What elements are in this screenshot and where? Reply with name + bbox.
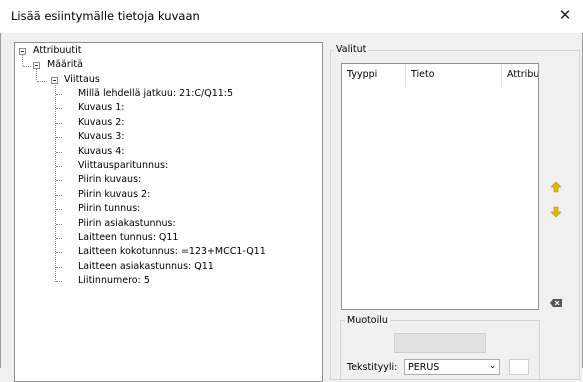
attribute-tree[interactable]: Attribuutit Määritä Viittaus Millä lehde… [14, 42, 323, 382]
move-down-button[interactable] [549, 206, 563, 220]
remove-button[interactable] [549, 297, 563, 311]
text-style-select[interactable]: PERUS ⌄ [404, 359, 500, 375]
format-preview-button[interactable] [394, 333, 486, 353]
arrow-down-icon [550, 206, 562, 218]
arrow-up-icon [550, 181, 562, 193]
close-icon: ✕ [558, 6, 572, 24]
title-bar: Lisää esiintymälle tietoja kuvaan ✕ [0, 0, 583, 33]
tree-item[interactable]: Piirin asiakastunnus: [78, 218, 176, 230]
tree-item[interactable]: Kuvaus 2: [78, 117, 124, 129]
tree-connector [23, 66, 31, 67]
column-header-info[interactable]: Tieto [406, 64, 502, 86]
close-button[interactable]: ✕ [553, 3, 577, 27]
tree-connector [56, 108, 62, 110]
tree-item[interactable]: Kuvaus 1: [78, 102, 124, 114]
tree-connector [56, 266, 62, 268]
delete-icon [550, 299, 562, 307]
tree-item[interactable]: Piirin tunnus: [78, 203, 140, 215]
text-style-options-button[interactable] [509, 359, 529, 375]
tree-connector [56, 223, 62, 225]
tree-item[interactable]: Piirin kuvaus 2: [78, 189, 150, 201]
collapse-toggle[interactable] [51, 77, 58, 84]
tree-item[interactable]: Millä lehdellä jatkuu: 21:C/Q11:5 [78, 88, 233, 100]
column-header-type[interactable]: Tyyppi [342, 64, 406, 86]
move-up-button[interactable] [549, 181, 563, 195]
tree-connector [56, 180, 62, 182]
tree-connector [56, 209, 62, 211]
tree-connector [56, 194, 62, 196]
tree-node-define[interactable]: Määritä [47, 59, 83, 71]
tree-connector [56, 94, 62, 95]
tree-item[interactable]: Laitteen asiakastunnus: Q11 [78, 261, 214, 273]
tree-connector [36, 68, 37, 80]
tree-node-attributes[interactable]: Attribuutit [33, 45, 82, 57]
collapse-toggle[interactable] [33, 62, 40, 69]
selected-list[interactable]: Tyyppi Tieto Attribuutti [341, 63, 539, 310]
format-group-label: Muotoilu [345, 315, 390, 326]
window-title: Lisää esiintymälle tietoja kuvaan [11, 9, 200, 23]
tree-connector [37, 81, 47, 82]
selected-group-label: Valitut [334, 44, 369, 55]
column-header-attribute[interactable]: Attribuutti [502, 64, 538, 86]
tree-connector [56, 166, 62, 167]
tree-item[interactable]: Piirin kuvaus: [78, 174, 141, 186]
tree-connector [22, 54, 23, 66]
tree-connector [56, 238, 62, 239]
tree-node-reference[interactable]: Viittaus [64, 74, 100, 86]
tree-connector [56, 252, 62, 254]
tree-item[interactable]: Laitteen tunnus: Q11 [78, 232, 178, 244]
tree-item[interactable]: Kuvaus 4: [78, 146, 124, 158]
tree-item[interactable]: Liitinnumero: 5 [78, 275, 150, 287]
collapse-toggle[interactable] [19, 48, 26, 55]
window-border-left [0, 33, 1, 368]
tree-item[interactable]: Viittausparitunnus: [78, 160, 168, 172]
tree-connector [56, 281, 62, 283]
tree-item[interactable]: Laitteen kokotunnus: =123+MCC1-Q11 [78, 246, 266, 258]
tree-connector [56, 151, 62, 153]
tree-item[interactable]: Kuvaus 3: [78, 131, 124, 143]
tree-connector [56, 122, 62, 124]
chevron-down-icon: ⌄ [489, 361, 496, 370]
tree-connector [56, 137, 62, 139]
